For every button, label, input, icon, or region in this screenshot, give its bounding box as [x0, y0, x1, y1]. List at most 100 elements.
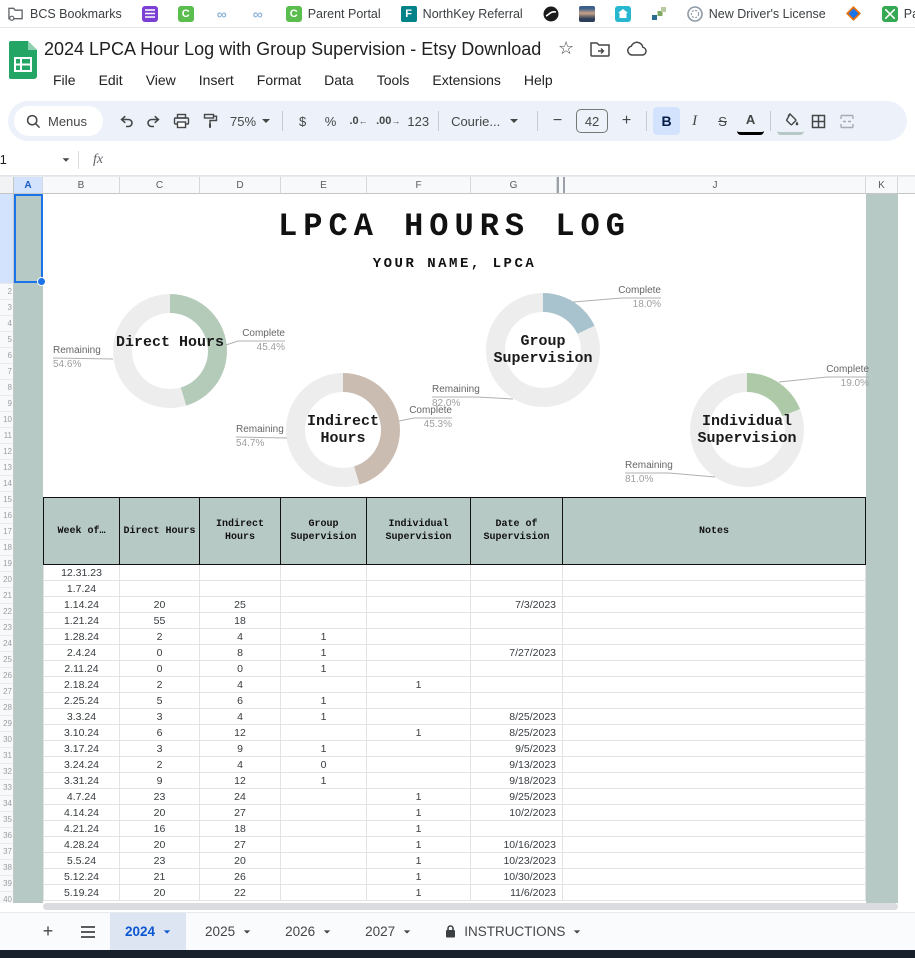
table-header-cell[interactable]: Direct Hours [120, 497, 200, 565]
table-cell[interactable] [281, 837, 367, 853]
table-cell[interactable]: 6 [200, 693, 281, 709]
table-cell[interactable] [367, 757, 471, 773]
table-cell[interactable] [281, 821, 367, 837]
table-cell[interactable] [563, 773, 866, 789]
table-cell[interactable] [471, 661, 563, 677]
menu-view[interactable]: View [137, 70, 185, 90]
zoom-select[interactable]: 75% [224, 114, 276, 129]
column-header-D[interactable]: D [200, 177, 281, 193]
table-cell[interactable]: 27 [200, 805, 281, 821]
row-header-17[interactable]: 17 [0, 523, 13, 539]
table-cell[interactable]: 1 [367, 821, 471, 837]
table-cell[interactable] [367, 741, 471, 757]
table-cell[interactable]: 18 [200, 613, 281, 629]
table-cell[interactable]: 4.7.24 [43, 789, 120, 805]
strikethrough-button[interactable]: S [709, 107, 736, 135]
table-cell[interactable] [367, 613, 471, 629]
table-cell[interactable] [281, 789, 367, 805]
bookmark-item[interactable]: ∞ [250, 6, 266, 22]
table-cell[interactable]: 9/18/2023 [471, 773, 563, 789]
table-cell[interactable] [563, 725, 866, 741]
chevron-down-icon[interactable] [324, 930, 330, 933]
format-currency-button[interactable]: $ [289, 107, 316, 135]
row-header-2[interactable]: 2 [0, 283, 13, 299]
row-header-34[interactable]: 34 [0, 795, 13, 811]
table-cell[interactable] [281, 725, 367, 741]
bold-button[interactable]: B [653, 107, 680, 135]
table-cell[interactable] [471, 693, 563, 709]
table-cell[interactable] [563, 853, 866, 869]
row-header-10[interactable]: 10 [0, 411, 13, 427]
text-color-button[interactable]: A [737, 107, 764, 135]
table-cell[interactable] [120, 565, 200, 581]
row-header-19[interactable]: 19 [0, 555, 13, 571]
sheet-subtitle[interactable]: YOUR NAME, LPCA [43, 256, 866, 272]
table-cell[interactable]: 10/2/2023 [471, 805, 563, 821]
table-cell[interactable] [281, 677, 367, 693]
table-cell[interactable] [471, 613, 563, 629]
undo-button[interactable] [112, 107, 139, 135]
table-cell[interactable]: 12 [200, 773, 281, 789]
table-cell[interactable]: 1 [281, 773, 367, 789]
table-cell[interactable] [471, 821, 563, 837]
bookmark-item[interactable] [543, 6, 559, 22]
star-icon[interactable]: ☆ [558, 38, 574, 59]
row-header-18[interactable]: 18 [0, 539, 13, 555]
row-header-32[interactable]: 32 [0, 763, 13, 779]
sheet-tab-instructions[interactable]: INSTRUCTIONS [430, 913, 596, 950]
bookmark-item-bcs-bookmarks[interactable]: BCS Bookmarks [8, 6, 122, 22]
table-cell[interactable]: 3 [120, 741, 200, 757]
table-cell[interactable] [120, 581, 200, 597]
row-header-4[interactable]: 4 [0, 315, 13, 331]
table-cell[interactable] [563, 661, 866, 677]
add-sheet-button[interactable]: + [28, 913, 68, 950]
italic-button[interactable]: I [681, 107, 708, 135]
merge-cells-button[interactable] [833, 107, 860, 135]
table-cell[interactable]: 9 [200, 741, 281, 757]
column-header-E[interactable]: E [281, 177, 367, 193]
table-cell[interactable]: 0 [120, 661, 200, 677]
table-cell[interactable] [563, 821, 866, 837]
table-cell[interactable]: 2.18.24 [43, 677, 120, 693]
table-cell[interactable]: 1.21.24 [43, 613, 120, 629]
table-cell[interactable]: 55 [120, 613, 200, 629]
menu-file[interactable]: File [44, 70, 85, 90]
row-header-16[interactable]: 16 [0, 507, 13, 523]
table-cell[interactable]: 3.3.24 [43, 709, 120, 725]
table-cell[interactable]: 1 [367, 725, 471, 741]
bookmark-item[interactable]: C [178, 6, 194, 22]
table-cell[interactable]: 21 [120, 869, 200, 885]
table-cell[interactable] [281, 853, 367, 869]
table-cell[interactable]: 20 [120, 885, 200, 901]
column-header-K[interactable]: K [866, 177, 898, 193]
table-cell[interactable] [563, 805, 866, 821]
table-cell[interactable]: 1 [367, 789, 471, 805]
table-cell[interactable] [367, 645, 471, 661]
row-header-36[interactable]: 36 [0, 827, 13, 843]
row-header-21[interactable]: 21 [0, 587, 13, 603]
table-cell[interactable]: 10/16/2023 [471, 837, 563, 853]
selected-cell-a1[interactable] [14, 194, 43, 283]
table-cell[interactable]: 5.5.24 [43, 853, 120, 869]
table-cell[interactable] [563, 597, 866, 613]
table-cell[interactable]: 26 [200, 869, 281, 885]
table-cell[interactable]: 3.24.24 [43, 757, 120, 773]
table-cell[interactable]: 4 [200, 709, 281, 725]
table-cell[interactable]: 1 [281, 645, 367, 661]
paint-format-icon[interactable] [196, 107, 223, 135]
table-cell[interactable]: 1.7.24 [43, 581, 120, 597]
row-header-40[interactable]: 40 [0, 891, 13, 903]
menu-tools[interactable]: Tools [368, 70, 419, 90]
table-cell[interactable]: 1 [281, 709, 367, 725]
row-header-14[interactable]: 14 [0, 475, 13, 491]
row-header-33[interactable]: 33 [0, 779, 13, 795]
table-cell[interactable]: 3 [120, 709, 200, 725]
print-icon[interactable] [168, 107, 195, 135]
table-cell[interactable] [563, 837, 866, 853]
menu-insert[interactable]: Insert [190, 70, 243, 90]
table-cell[interactable]: 16 [120, 821, 200, 837]
table-cell[interactable] [367, 709, 471, 725]
table-cell[interactable]: 11/6/2023 [471, 885, 563, 901]
row-header-20[interactable]: 20 [0, 571, 13, 587]
table-cell[interactable]: 20 [120, 837, 200, 853]
